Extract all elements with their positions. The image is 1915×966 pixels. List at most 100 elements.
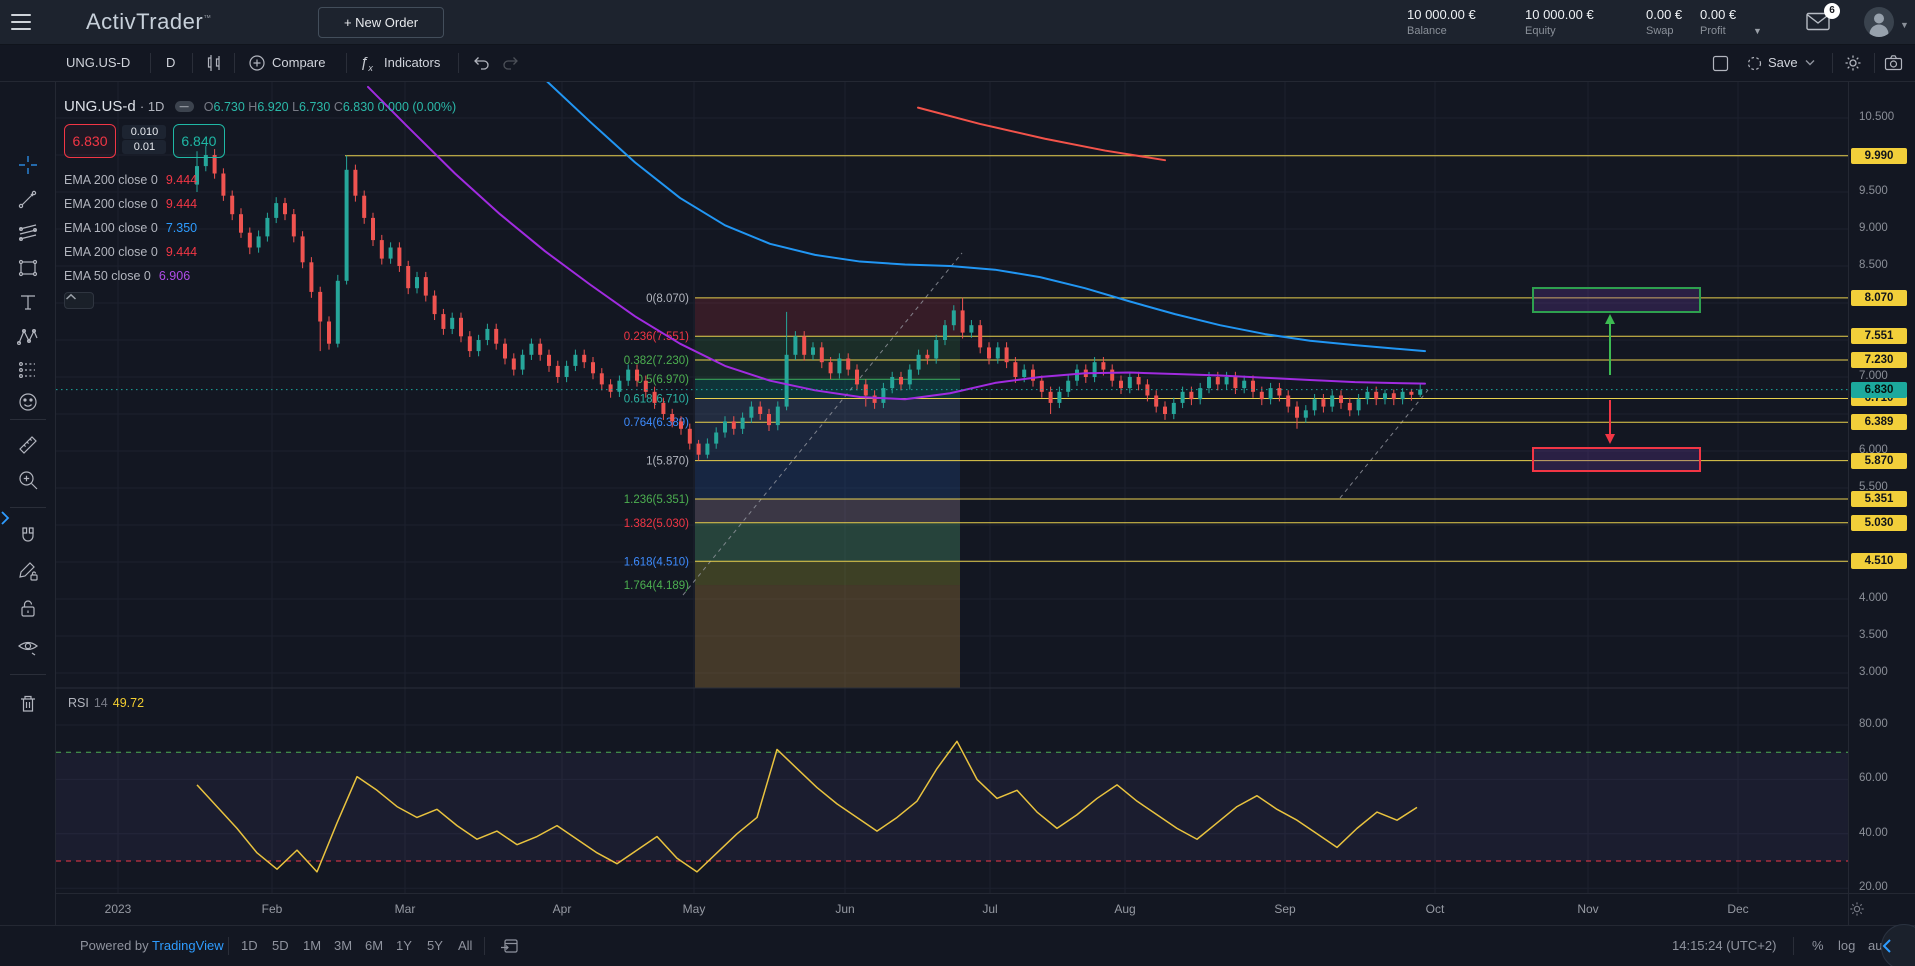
price-level-badge[interactable]: 8.070 (1851, 290, 1907, 306)
save-button[interactable]: Save (1768, 45, 1798, 81)
price-axis[interactable]: 10.5009.5009.0008.5008.0007.0006.0005.50… (1848, 82, 1915, 893)
account-metric-swap: 0.00 €Swap (1646, 7, 1682, 37)
range-button-1y[interactable]: 1Y (396, 926, 412, 966)
app-header: ActivTrader™ + New Order 10 000.00 €Bala… (0, 0, 1915, 45)
sidebar-tool-magnet-icon[interactable] (16, 525, 40, 549)
range-button-5d[interactable]: 5D (272, 926, 289, 966)
interval-button[interactable]: D (166, 45, 175, 81)
time-axis-label[interactable]: Nov (1566, 902, 1610, 916)
sidebar-tool-trend-line-icon[interactable] (16, 187, 40, 211)
range-button-1m[interactable]: 1M (303, 926, 321, 966)
time-axis-label[interactable]: Jun (823, 902, 867, 916)
time-axis-label[interactable]: Apr (540, 902, 584, 916)
candle (961, 310, 965, 332)
sidebar-tool-text-icon[interactable] (16, 290, 40, 314)
interval-label[interactable]: 1D (148, 99, 165, 114)
ema-legend-row[interactable]: EMA 200 close 09.444 (64, 192, 456, 216)
trade-zone-box[interactable] (1533, 448, 1700, 471)
range-button-6m[interactable]: 6M (365, 926, 383, 966)
range-button-1d[interactable]: 1D (241, 926, 258, 966)
sell-bid-button[interactable]: 6.830 (64, 124, 116, 158)
buy-ask-button[interactable]: 6.840 (173, 124, 225, 158)
candle (1110, 370, 1114, 381)
candle (1040, 381, 1044, 392)
sidebar-tool-trash-icon[interactable] (16, 692, 40, 716)
price-tick: 4.000 (1859, 592, 1888, 604)
compare-button[interactable]: Compare (272, 45, 325, 81)
indicators-icon[interactable]: ƒx (360, 45, 373, 81)
range-button-5y[interactable]: 5Y (427, 926, 443, 966)
settings-gear-icon[interactable] (1844, 45, 1862, 81)
screenshot-camera-icon[interactable] (1884, 45, 1903, 81)
redo-icon[interactable] (500, 45, 520, 81)
sidebar-tool-lock-icon[interactable] (16, 597, 40, 621)
ema-legend-row[interactable]: EMA 100 close 07.350 (64, 216, 456, 240)
collapse-panel-button[interactable] (64, 292, 94, 309)
sidebar-tool-xabcd-pattern-icon[interactable] (16, 325, 40, 349)
price-level-badge[interactable]: 4.510 (1851, 553, 1907, 569)
range-button-all[interactable]: All (458, 926, 472, 966)
go-to-date-icon[interactable] (500, 926, 518, 966)
sidebar-expand-icon[interactable] (0, 510, 10, 526)
percent-scale-button[interactable]: % (1812, 926, 1824, 966)
time-axis-label[interactable]: Jul (968, 902, 1012, 916)
price-level-badge[interactable]: 5.030 (1851, 515, 1907, 531)
last-price-badge[interactable]: 6.830 (1851, 382, 1907, 398)
profit-dropdown-icon[interactable]: ▼ (1753, 26, 1762, 36)
sidebar-tool-parallel-channel-icon[interactable] (16, 220, 40, 244)
sidebar-tool-rectangle-icon[interactable] (16, 256, 40, 280)
ema-legend-row[interactable]: EMA 50 close 06.906 (64, 264, 456, 288)
candle (758, 407, 762, 414)
chart-style-icon[interactable] (206, 45, 224, 81)
collapse-legend-icon[interactable]: — (175, 101, 194, 112)
time-axis-label[interactable]: Dec (1716, 902, 1760, 916)
menu-icon[interactable] (11, 14, 31, 30)
price-level-badge[interactable]: 5.870 (1851, 453, 1907, 469)
indicators-button[interactable]: Indicators (384, 45, 440, 81)
new-order-button[interactable]: + New Order (318, 7, 444, 38)
ema-legend-row[interactable]: EMA 200 close 09.444 (64, 168, 456, 192)
time-axis-label[interactable]: May (672, 902, 716, 916)
account-dropdown-icon[interactable]: ▼ (1900, 20, 1909, 30)
time-axis-label[interactable]: Oct (1413, 902, 1457, 916)
fib-trendline[interactable] (1340, 390, 1428, 498)
symbol-title[interactable]: UNG.US-d (64, 98, 136, 115)
range-button-3m[interactable]: 3M (334, 926, 352, 966)
symbol-search-button[interactable]: UNG.US-D (66, 45, 130, 81)
ema-legend-row[interactable]: EMA 200 close 09.444 (64, 240, 456, 264)
avatar[interactable] (1864, 7, 1894, 37)
compare-icon[interactable] (248, 45, 266, 81)
fib-level-label: 1.618(4.510) (624, 556, 689, 568)
sidebar-tool-eye-icon[interactable] (16, 635, 40, 659)
time-axis-label[interactable]: Mar (383, 902, 427, 916)
tradingview-link[interactable]: TradingView (152, 938, 224, 953)
account-value: 0.00 € (1700, 7, 1736, 22)
price-level-badge[interactable]: 7.230 (1851, 352, 1907, 368)
save-dropdown-icon[interactable] (1805, 45, 1815, 81)
sidebar-tool-crosshair-icon[interactable] (16, 153, 40, 177)
sidebar-tool-emoji-icon[interactable] (16, 390, 40, 414)
clock-label[interactable]: 14:15:24 (UTC+2) (1672, 926, 1776, 966)
time-axis-label[interactable]: Sep (1263, 902, 1307, 916)
axis-settings-gear-icon[interactable] (1848, 893, 1915, 925)
sidebar-tool-ruler-icon[interactable] (16, 433, 40, 457)
sidebar-tool-forecast-icon[interactable] (16, 358, 40, 382)
layout-icon[interactable] (1712, 45, 1729, 81)
sidebar-tool-zoom-in-icon[interactable] (16, 468, 40, 492)
fib-band (695, 561, 960, 585)
price-level-badge[interactable]: 9.990 (1851, 148, 1907, 164)
price-level-badge[interactable]: 7.551 (1851, 328, 1907, 344)
time-axis-label[interactable]: Feb (250, 902, 294, 916)
time-axis[interactable]: 2023 Feb Mar Apr May Jun Jul Aug Sep Oct Nov Dec (56, 893, 1848, 925)
price-level-badge[interactable]: 6.389 (1851, 414, 1907, 430)
log-scale-button[interactable]: log (1838, 926, 1855, 966)
candle (600, 373, 604, 384)
price-level-badge[interactable]: 5.351 (1851, 491, 1907, 507)
undo-icon[interactable] (472, 45, 492, 81)
cloud-save-icon[interactable] (1746, 45, 1763, 81)
sidebar-tool-draw-lock-icon[interactable] (16, 560, 40, 584)
candle (1075, 370, 1079, 381)
time-axis-label[interactable]: Aug (1103, 902, 1147, 916)
trade-zone-box[interactable] (1533, 288, 1700, 312)
time-axis-label[interactable]: 2023 (96, 902, 140, 916)
